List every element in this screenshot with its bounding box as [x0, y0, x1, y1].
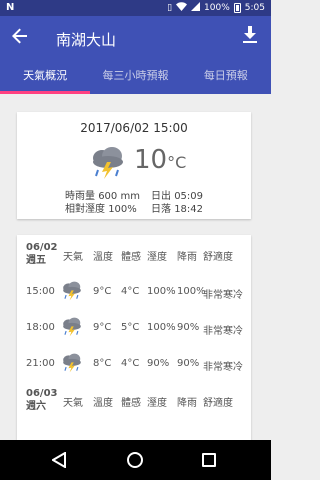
notification-n-icon: N — [6, 2, 15, 13]
arrow-back-icon[interactable] — [12, 28, 28, 48]
row-comfort: 非常寒冷 — [203, 362, 243, 373]
humidity-value: 100% — [108, 204, 137, 215]
header-rain: 降雨 — [177, 252, 197, 263]
header-comfort: 舒適度 — [203, 252, 233, 263]
cloud-lightning-rain-icon — [90, 146, 126, 180]
battery-icon — [233, 3, 241, 13]
sunset-value: 18:42 — [174, 204, 204, 215]
row-time: 18:00 — [26, 322, 55, 333]
row-humidity: 90% — [147, 358, 170, 369]
header-temp: 溫度 — [93, 252, 113, 263]
header-weather: 天氣 — [63, 252, 83, 263]
header-rain: 降雨 — [177, 398, 197, 409]
sunset-label: 日落 — [151, 204, 171, 215]
temperature-unit: °C — [167, 153, 187, 172]
row-time: 15:00 — [26, 286, 55, 297]
download-icon[interactable] — [243, 26, 259, 48]
sunrise-value: 05:09 — [174, 191, 204, 202]
wifi-icon — [176, 2, 188, 14]
row-rain: 90% — [177, 322, 200, 333]
header-weather: 天氣 — [63, 398, 83, 409]
temperature-value: 10 — [134, 145, 168, 175]
page-title: 南湖大山 — [56, 31, 117, 49]
sunrise-label: 日出 — [151, 191, 171, 202]
rain-label: 時雨量 — [65, 191, 95, 202]
status-bar: N ▯ 100% 5:05 — [0, 0, 271, 16]
current-details: 時雨量 600 mm 日出 05:09 相對溼度 100% 日落 18:42 — [65, 190, 203, 216]
header-temp: 溫度 — [93, 398, 113, 409]
tab-three-hourly[interactable]: 每三小時預報 — [90, 62, 180, 94]
row-temp: 9°C — [93, 322, 112, 333]
tab-overview[interactable]: 天氣概況 — [0, 62, 91, 94]
header-humidity: 溼度 — [147, 252, 167, 263]
row-comfort: 非常寒冷 — [203, 290, 243, 301]
forecast-table-card: 06/02 週五 天氣 溫度 體感 溼度 降雨 舒適度 15:00 9°C 4°C… — [17, 235, 251, 440]
row-temp: 8°C — [93, 358, 112, 369]
current-datetime: 2017/06/02 15:00 — [80, 121, 188, 135]
battery-percent: 100% — [204, 3, 230, 13]
table-header-day2: 06/03 週六 天氣 溫度 體感 溼度 降雨 舒適度 — [17, 385, 251, 415]
row-temp: 9°C — [93, 286, 112, 297]
humidity-label: 相對溼度 — [65, 204, 105, 215]
rain-value: 600 — [98, 191, 118, 202]
cloud-lightning-rain-icon — [61, 281, 83, 301]
row-feel: 5°C — [121, 322, 140, 333]
clock: 5:05 — [244, 3, 265, 13]
cloud-lightning-rain-icon — [61, 317, 83, 337]
signal-icon — [191, 2, 201, 14]
app-bar: 南湖大山 — [0, 16, 271, 62]
header-humidity: 溼度 — [147, 398, 167, 409]
nav-home-icon[interactable] — [127, 452, 143, 468]
system-nav-bar — [0, 440, 271, 480]
status-icons: ▯ 100% 5:05 — [167, 2, 265, 14]
tab-daily[interactable]: 每日預報 — [181, 62, 271, 94]
day2-date: 06/03 週六 — [26, 388, 58, 412]
current-weather-card: 2017/06/02 15:00 10°C 時雨量 600 mm 日出 05:0… — [17, 112, 251, 219]
day1-date: 06/02 週五 — [26, 242, 58, 266]
nav-back-icon[interactable] — [51, 451, 68, 469]
table-row: 18:00 9°C 5°C 100% 90% 非常寒冷 — [17, 313, 251, 343]
header-feel: 體感 — [121, 252, 141, 263]
row-rain: 90% — [177, 358, 200, 369]
row-humidity: 100% — [147, 286, 176, 297]
content-scroll[interactable]: 2017/06/02 15:00 10°C 時雨量 600 mm 日出 05:0… — [0, 94, 271, 440]
table-row: 21:00 8°C 4°C 90% 90% 非常寒冷 — [17, 349, 251, 379]
cloud-lightning-rain-icon — [61, 353, 83, 373]
row-feel: 4°C — [121, 358, 140, 369]
row-time: 21:00 — [26, 358, 55, 369]
tab-bar: 天氣概況 每三小時預報 每日預報 — [0, 62, 271, 94]
vibrate-icon: ▯ — [167, 3, 173, 13]
header-feel: 體感 — [121, 398, 141, 409]
current-temperature: 10°C — [134, 145, 186, 175]
table-header-day1: 06/02 週五 天氣 溫度 體感 溼度 降雨 舒適度 — [17, 239, 251, 269]
row-comfort: 非常寒冷 — [203, 326, 243, 337]
row-humidity: 100% — [147, 322, 176, 333]
header-comfort: 舒適度 — [203, 398, 233, 409]
table-row: 15:00 9°C 4°C 100% 100% 非常寒冷 — [17, 277, 251, 307]
row-rain: 100% — [177, 286, 206, 297]
nav-recents-icon[interactable] — [202, 453, 216, 467]
row-feel: 4°C — [121, 286, 140, 297]
rain-unit: mm — [120, 191, 140, 202]
